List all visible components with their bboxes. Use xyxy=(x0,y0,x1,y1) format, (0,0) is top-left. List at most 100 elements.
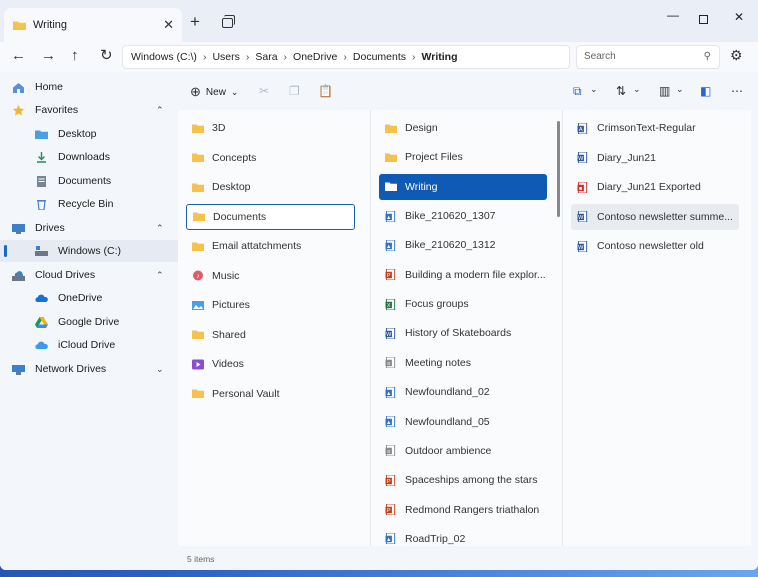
breadcrumb-writing[interactable]: Writing xyxy=(422,51,458,63)
list-item[interactable]: Concepts xyxy=(186,145,256,171)
breadcrumb-documents[interactable]: Documents xyxy=(353,51,406,63)
duplicate-tab-icon[interactable] xyxy=(222,15,235,28)
address-bar[interactable]: Windows (C:\) › Users › Sara › OneDrive › Do… xyxy=(122,45,570,69)
list-item[interactable]: Videos xyxy=(186,351,244,377)
minimize-button[interactable]: — xyxy=(667,8,679,22)
list-item[interactable]: W Diary_Jun21 xyxy=(571,145,656,171)
list-item[interactable]: W Contoso newsletter summe... xyxy=(571,203,739,230)
list-item[interactable]: ≡ Outdoor ambience xyxy=(379,438,491,464)
sidebar-item-recycle-bin[interactable]: Recycle Bin xyxy=(0,193,178,215)
copy-icon[interactable]: ❐ xyxy=(289,84,300,98)
list-item-label: Outdoor ambience xyxy=(405,444,492,457)
list-item[interactable]: Desktop xyxy=(186,174,251,200)
new-tab-button[interactable]: + xyxy=(190,13,200,30)
sidebar-item-onedrive[interactable]: OneDrive xyxy=(0,287,178,309)
folder-icon xyxy=(13,21,26,30)
breadcrumb-drive[interactable]: Windows (C:\) xyxy=(131,51,197,63)
sidebar-item-downloads[interactable]: Downloads xyxy=(0,146,178,168)
network-drive-icon xyxy=(12,364,25,375)
list-item[interactable]: W History of Skateboards xyxy=(379,320,511,346)
cut-icon[interactable]: ✂ xyxy=(259,84,269,98)
word-file-icon: W xyxy=(385,327,396,339)
new-button[interactable]: ⊕ New ⌄ xyxy=(190,84,238,100)
sidebar-item-documents[interactable]: Documents xyxy=(0,170,178,192)
svg-text:W: W xyxy=(386,332,392,338)
more-options-icon[interactable]: ⋯ xyxy=(731,84,743,98)
back-button[interactable]: ← xyxy=(11,47,26,65)
word-file-icon: W xyxy=(577,240,588,252)
chevron-right-icon: › xyxy=(283,51,288,63)
chevron-down-icon[interactable]: ⌄ xyxy=(590,84,598,95)
close-window-button[interactable]: ✕ xyxy=(734,10,744,24)
chevron-up-icon[interactable]: ⌃ xyxy=(156,270,164,281)
close-tab-icon[interactable]: ✕ xyxy=(163,17,174,33)
breadcrumb-users[interactable]: Users xyxy=(212,51,239,63)
list-item[interactable]: Design xyxy=(379,115,438,141)
up-button[interactable]: ↑ xyxy=(71,47,79,65)
list-item[interactable]: Pictures xyxy=(186,292,250,318)
list-item[interactable]: P Redmond Rangers triathalon xyxy=(379,497,539,523)
sidebar-item-network-drives[interactable]: Network Drives ⌄ xyxy=(0,358,178,380)
list-item[interactable]: Personal Vault xyxy=(186,381,280,407)
chevron-up-icon[interactable]: ⌃ xyxy=(156,105,164,116)
list-item[interactable]: ■ Diary_Jun21 Exported xyxy=(571,174,701,200)
list-item-label: History of Skateboards xyxy=(405,327,512,340)
settings-gear-icon[interactable]: ⚙ xyxy=(730,47,743,64)
cloud-drives-icon xyxy=(12,270,25,281)
pdf-file-icon: ■ xyxy=(577,181,588,193)
chevron-down-icon[interactable]: ⌄ xyxy=(156,364,164,375)
list-item[interactable]: 3D xyxy=(186,115,225,141)
paste-icon[interactable]: 📋 xyxy=(318,84,333,98)
details-pane-icon[interactable]: ◧ xyxy=(700,84,711,98)
sidebar-item-desktop[interactable]: Desktop xyxy=(0,123,178,145)
ppt-file-icon: P xyxy=(385,269,396,281)
maximize-button[interactable] xyxy=(699,15,708,24)
list-item[interactable]: Writing xyxy=(379,173,547,200)
list-item[interactable]: ▲ Newfoundland_05 xyxy=(379,409,490,435)
list-item[interactable]: ▲ Newfoundland_02 xyxy=(379,379,490,405)
list-item[interactable]: A CrimsonText-Regular xyxy=(571,115,696,141)
list-item[interactable]: X Focus groups xyxy=(379,291,469,317)
sidebar-item-label: Favorites xyxy=(35,104,79,116)
list-item[interactable]: Shared xyxy=(186,322,246,348)
chevron-down-icon[interactable]: ⌄ xyxy=(633,84,641,95)
sidebar-item-favorites[interactable]: Favorites ⌃ xyxy=(0,99,178,121)
sidebar-item-cloud-drives[interactable]: Cloud Drives ⌃ xyxy=(0,264,178,286)
list-item[interactable]: P Building a modern file explor... xyxy=(379,262,546,288)
list-item[interactable]: P Spaceships among the stars xyxy=(379,467,538,493)
tab-writing[interactable]: Writing ✕ xyxy=(4,8,182,42)
list-item-label: Shared xyxy=(212,328,246,341)
forward-button[interactable]: → xyxy=(41,47,56,65)
list-item[interactable]: W Contoso newsletter old xyxy=(571,233,704,259)
list-item[interactable]: ♪ Music xyxy=(186,263,239,289)
view-columns-icon[interactable]: ▥ xyxy=(659,84,670,98)
list-item[interactable]: Documents xyxy=(186,203,355,230)
sidebar-item-home[interactable]: Home xyxy=(0,76,178,98)
list-item[interactable]: ▲ Bike_210620_1307 xyxy=(379,203,496,229)
breadcrumb-sara[interactable]: Sara xyxy=(255,51,277,63)
list-item[interactable]: Project Files xyxy=(379,144,463,170)
scrollbar[interactable] xyxy=(557,121,560,217)
list-item-label: Pictures xyxy=(212,299,250,311)
refresh-button[interactable]: ↻ xyxy=(100,47,113,65)
sidebar-item-windows-c[interactable]: Windows (C:) xyxy=(0,240,178,262)
sidebar-item-drives[interactable]: Drives ⌃ xyxy=(0,217,178,239)
sidebar-item-label: Downloads xyxy=(58,151,110,163)
list-item[interactable]: ≡ Meeting notes xyxy=(379,350,471,376)
sort-icon[interactable]: ⇅ xyxy=(616,84,626,98)
svg-text:▲: ▲ xyxy=(386,537,391,543)
breadcrumb-onedrive[interactable]: OneDrive xyxy=(293,51,337,63)
column-documents: Design Project Files Writing ▲ Bike_210620_1… xyxy=(371,110,563,546)
sidebar-item-icloud-drive[interactable]: iCloud Drive xyxy=(0,334,178,356)
list-item[interactable]: ▲ Bike_210620_1312 xyxy=(379,232,496,258)
list-item-label: Diary_Jun21 Exported xyxy=(597,181,701,193)
share-icon[interactable]: ⧉ xyxy=(573,84,582,99)
svg-text:X: X xyxy=(387,303,391,309)
list-item-label: Documents xyxy=(213,210,267,223)
chevron-up-icon[interactable]: ⌃ xyxy=(156,223,164,234)
sidebar-item-label: Desktop xyxy=(58,128,97,140)
sidebar-item-google-drive[interactable]: Google Drive xyxy=(0,311,178,333)
chevron-down-icon[interactable]: ⌄ xyxy=(676,84,684,95)
search-input[interactable]: Search ⚲ xyxy=(576,45,720,69)
list-item[interactable]: Email attatchments xyxy=(186,233,301,259)
